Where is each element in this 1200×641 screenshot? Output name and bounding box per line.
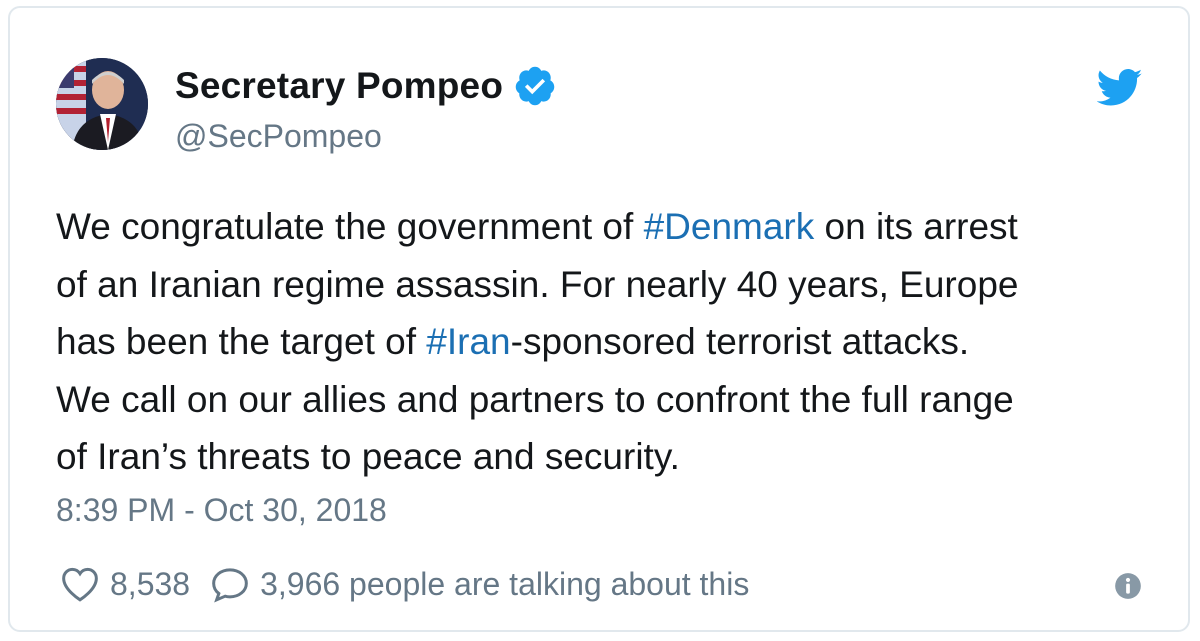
tweet-text-segment: We congratulate the government of (56, 206, 644, 247)
like-count[interactable]: 8,538 (110, 566, 190, 603)
tweet-actions: 8,538 3,966 people are talking about thi… (60, 562, 749, 606)
author-handle[interactable]: @SecPompeo (175, 118, 382, 155)
author-name-row[interactable]: Secretary Pompeo (175, 64, 557, 108)
verified-badge-icon (515, 66, 555, 106)
reply-bubble-icon[interactable] (210, 565, 250, 603)
avatar[interactable] (56, 58, 148, 150)
hashtag-link-iran[interactable]: #Iran (426, 321, 510, 362)
twitter-bird-icon[interactable] (1097, 68, 1143, 108)
conversation-count[interactable]: 3,966 people are talking about this (260, 566, 749, 603)
hashtag-link-denmark[interactable]: #Denmark (644, 206, 815, 247)
tweet-card: Secretary Pompeo @SecPompeo We congratul… (8, 6, 1190, 632)
tweet-text: We congratulate the government of #Denma… (56, 198, 1166, 486)
person-portrait-icon (56, 58, 148, 150)
display-name[interactable]: Secretary Pompeo (175, 65, 503, 107)
heart-icon[interactable] (60, 565, 100, 603)
tweet-timestamp[interactable]: 8:39 PM - Oct 30, 2018 (56, 492, 387, 529)
info-icon[interactable] (1114, 572, 1142, 600)
